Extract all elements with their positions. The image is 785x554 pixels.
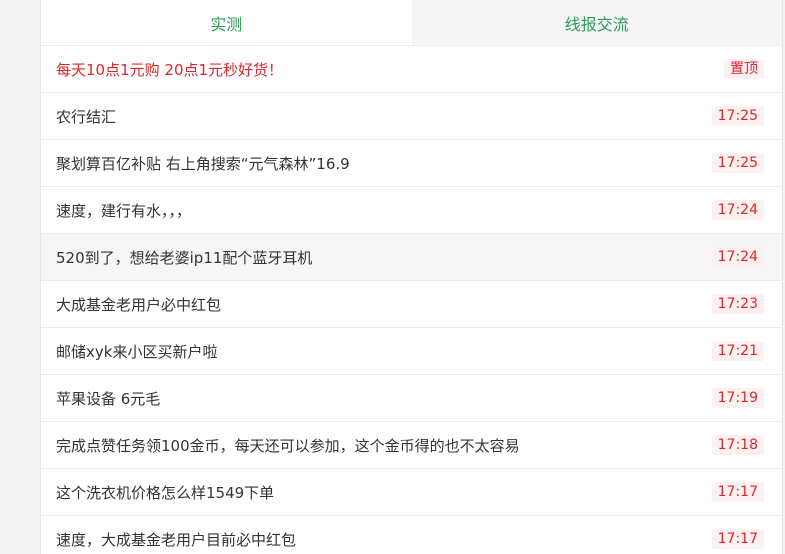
list-item[interactable]: 农行结汇 17:25: [41, 93, 782, 140]
post-title[interactable]: 每天10点1元购 20点1元秒好货！: [56, 59, 283, 80]
tab-xianbao-jiaoliu[interactable]: 线报交流: [411, 0, 782, 45]
post-time-badge: 17:17: [711, 529, 764, 549]
list-item[interactable]: 完成点赞任务领100金币，每天还可以参加，这个金币得的也不太容易 17:18: [41, 422, 782, 469]
post-title[interactable]: 520到了，想给老婆ip11配个蓝牙耳机: [56, 247, 312, 268]
post-list: 每天10点1元购 20点1元秒好货！ 置顶 农行结汇 17:25 聚划算百亿补贴…: [41, 46, 782, 554]
post-list-panel: 实测 线报交流 每天10点1元购 20点1元秒好货！ 置顶 农行结汇 17:25…: [40, 0, 783, 554]
list-item[interactable]: 苹果设备 6元毛 17:19: [41, 375, 782, 422]
post-time-badge: 17:21: [711, 341, 764, 361]
post-title[interactable]: 苹果设备 6元毛: [56, 388, 160, 409]
list-item[interactable]: 这个洗衣机价格怎么样1549下单 17:17: [41, 469, 782, 516]
pinned-badge: 置顶: [724, 59, 764, 79]
post-time-badge: 17:25: [711, 106, 764, 126]
list-item[interactable]: 邮储xyk来小区买新户啦 17:21: [41, 328, 782, 375]
post-title[interactable]: 完成点赞任务领100金币，每天还可以参加，这个金币得的也不太容易: [56, 435, 520, 456]
post-title[interactable]: 农行结汇: [56, 106, 116, 127]
list-item[interactable]: 520到了，想给老婆ip11配个蓝牙耳机 17:24: [41, 234, 782, 281]
post-title[interactable]: 邮储xyk来小区买新户啦: [56, 341, 217, 362]
tab-shice[interactable]: 实测: [41, 0, 412, 45]
list-item[interactable]: 聚划算百亿补贴 右上角搜索“元气森林”16.9 17:25: [41, 140, 782, 187]
post-time-badge: 17:18: [711, 435, 764, 455]
post-time-badge: 17:24: [711, 200, 764, 220]
list-item[interactable]: 大成基金老用户必中红包 17:23: [41, 281, 782, 328]
tab-bar: 实测 线报交流: [41, 0, 782, 46]
post-time-badge: 17:23: [711, 294, 764, 314]
list-item[interactable]: 速度，建行有水，，， 17:24: [41, 187, 782, 234]
post-time-badge: 17:24: [711, 247, 764, 267]
post-title[interactable]: 这个洗衣机价格怎么样1549下单: [56, 482, 274, 503]
list-item-pinned[interactable]: 每天10点1元购 20点1元秒好货！ 置顶: [41, 46, 782, 93]
post-time-badge: 17:19: [711, 388, 764, 408]
post-title[interactable]: 速度，大成基金老用户目前必中红包: [56, 529, 296, 550]
post-time-badge: 17:25: [711, 153, 764, 173]
post-time-badge: 17:17: [711, 482, 764, 502]
post-title[interactable]: 聚划算百亿补贴 右上角搜索“元气森林”16.9: [56, 153, 350, 174]
post-title[interactable]: 速度，建行有水，，，: [56, 200, 191, 221]
list-item[interactable]: 速度，大成基金老用户目前必中红包 17:17: [41, 516, 782, 554]
post-title[interactable]: 大成基金老用户必中红包: [56, 294, 221, 315]
